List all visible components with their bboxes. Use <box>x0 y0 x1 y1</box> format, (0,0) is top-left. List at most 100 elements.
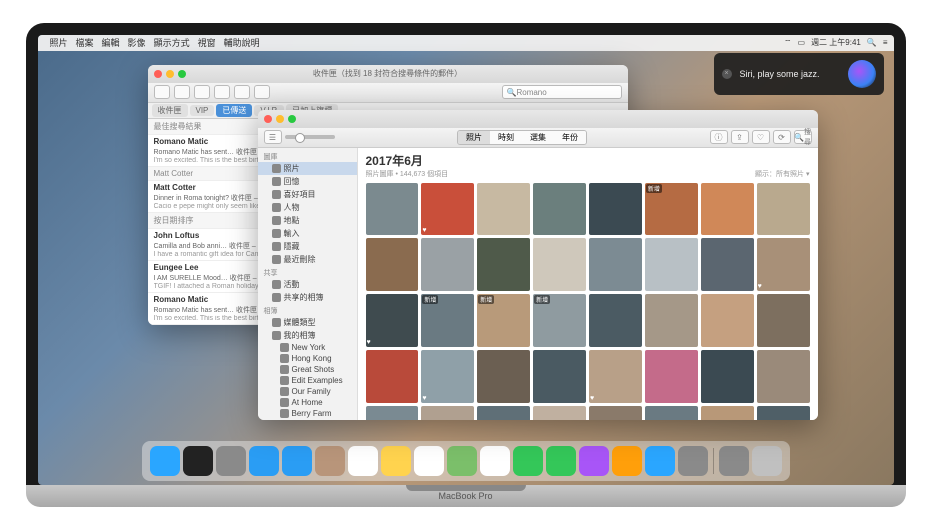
dock-app-photos[interactable] <box>480 446 510 476</box>
sidebar-item[interactable]: Our Family <box>258 386 357 397</box>
photo-thumbnail[interactable]: ♥ <box>421 183 474 236</box>
zoom-slider[interactable] <box>285 135 335 139</box>
dock-app-preferences[interactable] <box>678 446 708 476</box>
photos-segment[interactable]: 照片 <box>458 131 490 144</box>
info-button[interactable]: ⓘ <box>710 130 728 144</box>
dock-app-itunes[interactable] <box>579 446 609 476</box>
photo-thumbnail[interactable] <box>421 238 474 291</box>
photo-thumbnail[interactable] <box>366 350 419 403</box>
photo-thumbnail[interactable] <box>701 183 754 236</box>
photos-segment[interactable]: 時刻 <box>490 131 522 144</box>
photo-thumbnail[interactable] <box>477 238 530 291</box>
photo-thumbnail[interactable] <box>421 406 474 420</box>
share-button[interactable]: ⇪ <box>731 130 749 144</box>
dock-app-safari[interactable] <box>249 446 279 476</box>
sidebar-item[interactable]: 照片 <box>258 162 357 175</box>
photo-thumbnail[interactable] <box>533 350 586 403</box>
compose-button[interactable] <box>174 85 190 99</box>
dock-app-ibooks[interactable] <box>612 446 642 476</box>
menu-item[interactable]: 編輯 <box>102 38 120 48</box>
photo-thumbnail[interactable]: ♥ <box>589 350 642 403</box>
close-icon[interactable] <box>154 70 162 78</box>
sidebar-item[interactable]: 輸入 <box>258 227 357 240</box>
mail-filter-tab[interactable]: VIP <box>190 105 215 116</box>
photo-thumbnail[interactable] <box>533 238 586 291</box>
sidebar-item[interactable]: At Home <box>258 397 357 408</box>
siri-close-button[interactable]: × <box>722 69 732 79</box>
dock-app-maps[interactable] <box>447 446 477 476</box>
photo-thumbnail[interactable]: ♥ <box>366 294 419 347</box>
photo-thumbnail[interactable] <box>645 294 698 347</box>
photo-thumbnail[interactable] <box>477 406 530 420</box>
dock-app-mail[interactable] <box>282 446 312 476</box>
mail-search-input[interactable]: 🔍 Romano <box>502 85 622 99</box>
photo-thumbnail[interactable] <box>701 238 754 291</box>
delete-button[interactable] <box>214 85 230 99</box>
mail-filter-tab[interactable]: 收件匣 <box>152 104 188 117</box>
photo-thumbnail[interactable] <box>701 406 754 420</box>
photo-thumbnail[interactable] <box>757 294 810 347</box>
photo-thumbnail[interactable] <box>589 238 642 291</box>
photos-segment[interactable]: 選集 <box>522 131 554 144</box>
maximize-icon[interactable] <box>178 70 186 78</box>
photo-thumbnail[interactable] <box>757 406 810 420</box>
minimize-icon[interactable] <box>276 115 284 123</box>
sidebar-item[interactable]: 地點 <box>258 214 357 227</box>
mail-filter-tab[interactable]: 已傳送 <box>216 104 252 117</box>
photo-thumbnail[interactable] <box>477 350 530 403</box>
photo-thumbnail[interactable] <box>645 406 698 420</box>
photo-thumbnail[interactable] <box>645 350 698 403</box>
photo-thumbnail[interactable] <box>366 183 419 236</box>
menu-item[interactable]: 檔案 <box>76 38 94 48</box>
maximize-icon[interactable] <box>288 115 296 123</box>
photo-thumbnail[interactable] <box>366 406 419 420</box>
sidebar-item[interactable]: 共享的相簿 <box>258 291 357 304</box>
dock-app-messages[interactable] <box>513 446 543 476</box>
dock-app-reminders[interactable] <box>414 446 444 476</box>
dock-app-calendar[interactable] <box>348 446 378 476</box>
siri-orb-icon[interactable] <box>848 60 876 88</box>
dock-app-finder[interactable] <box>150 446 180 476</box>
clock[interactable]: 週二 上午9:41 <box>811 37 861 48</box>
menu-item[interactable]: 影像 <box>128 38 146 48</box>
photo-thumbnail[interactable]: 新增 <box>477 294 530 347</box>
close-icon[interactable] <box>264 115 272 123</box>
photos-filter-dropdown[interactable]: 顯示：所有照片 ▾ <box>755 169 809 179</box>
photos-segment[interactable]: 年份 <box>554 131 586 144</box>
battery-icon[interactable]: ▭ <box>798 38 806 47</box>
photo-thumbnail[interactable] <box>533 183 586 236</box>
menu-item[interactable]: 視窗 <box>198 38 216 48</box>
dock-app-contacts[interactable] <box>315 446 345 476</box>
sidebar-item[interactable]: 媒體類型 <box>258 316 357 329</box>
spotlight-icon[interactable]: 🔍 <box>867 38 877 47</box>
menu-item[interactable]: 顯示方式 <box>154 38 190 48</box>
reply-button[interactable] <box>234 85 250 99</box>
dock-app-siri[interactable] <box>183 446 213 476</box>
sidebar-item[interactable]: 活動 <box>258 278 357 291</box>
notification-center-icon[interactable]: ≡ <box>883 38 888 47</box>
photo-thumbnail[interactable]: ♥ <box>421 350 474 403</box>
photo-thumbnail[interactable] <box>589 406 642 420</box>
sidebar-item[interactable]: Edit Examples <box>258 375 357 386</box>
menu-item[interactable]: 輔助說明 <box>224 38 260 48</box>
photo-thumbnail[interactable] <box>366 238 419 291</box>
dock-app-notes[interactable] <box>381 446 411 476</box>
photo-thumbnail[interactable] <box>477 183 530 236</box>
wifi-icon[interactable]: ⌔ <box>784 38 792 48</box>
sidebar-item[interactable]: 人物 <box>258 201 357 214</box>
dock-trash[interactable] <box>752 446 782 476</box>
sidebar-toggle-button[interactable]: ☰ <box>264 130 282 144</box>
photo-thumbnail[interactable]: 新增 <box>533 294 586 347</box>
sidebar-item[interactable]: 最近刪除 <box>258 253 357 266</box>
minimize-icon[interactable] <box>166 70 174 78</box>
rotate-button[interactable]: ⟳ <box>773 130 791 144</box>
photo-thumbnail[interactable]: 新增 <box>421 294 474 347</box>
dock-downloads[interactable] <box>719 446 749 476</box>
photo-thumbnail[interactable] <box>757 350 810 403</box>
photo-thumbnail[interactable]: 新增 <box>645 183 698 236</box>
dock-app-appstore[interactable] <box>645 446 675 476</box>
sidebar-item[interactable]: Hong Kong <box>258 353 357 364</box>
photo-thumbnail[interactable] <box>645 238 698 291</box>
sidebar-item[interactable]: 我的相簿 <box>258 329 357 342</box>
photo-thumbnail[interactable] <box>701 294 754 347</box>
